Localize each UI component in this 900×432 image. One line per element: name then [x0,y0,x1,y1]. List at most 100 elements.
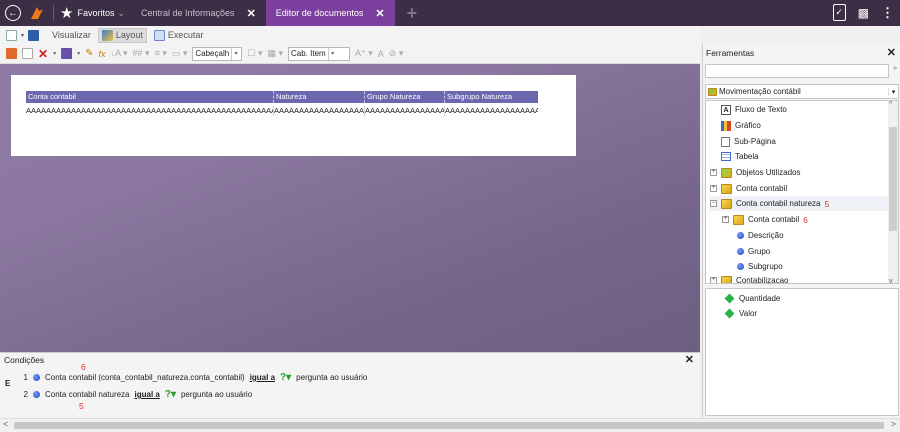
condition-operator[interactable]: igual a [250,373,275,382]
scrollbar-thumb[interactable] [889,127,897,231]
app-logo-icon [31,7,43,19]
data-source-select[interactable]: Movimentação contábil ▾ [705,84,899,99]
report-header-band[interactable]: Conta contabil Natureza Grupo Natureza S… [26,91,538,103]
tree-item-grafico[interactable]: Gráfico [721,118,761,133]
condition-row[interactable]: 1 Conta contabil (conta_contabil_naturez… [20,372,368,383]
add-tab-icon[interactable]: + [407,3,418,24]
chat-icon[interactable]: ▩ [858,6,869,20]
detail-cell[interactable]: AAAAAAAAAAAAAAAAAAAAAAAA [445,106,538,116]
properties-icon[interactable] [61,48,73,59]
field-icon [737,248,744,255]
frame-icon[interactable]: ☐ ▾ [247,48,262,59]
tree-item-fluxo-texto[interactable]: A Fluxo de Texto [721,102,787,117]
metric-item-valor[interactable]: Valor [724,306,757,321]
font-color-icon[interactable]: A [378,49,384,59]
tab-editor-documentos[interactable]: Editor de documentos ✕ [265,0,395,26]
close-icon[interactable]: ✕ [685,353,694,367]
condition-number: 1 [23,373,28,382]
metric-icon [724,293,735,304]
back-icon[interactable]: ← [5,5,21,21]
expand-icon[interactable]: + [710,169,717,176]
design-canvas[interactable]: Conta contabil Natureza Grupo Natureza S… [0,64,700,352]
scroll-right-icon[interactable]: > [891,419,896,429]
copy-icon[interactable] [22,48,33,59]
new-document-icon[interactable] [6,29,17,41]
chevron-down-icon[interactable]: ▾ [77,50,80,57]
close-icon[interactable]: ✕ [247,7,256,20]
report-detail-band[interactable]: AAAAAAAAAAAAAAAAAAAAAAAAAAAAAAAAAAAAAAAA… [26,106,538,116]
header-cell[interactable]: Conta contabil [26,91,274,103]
detail-cell[interactable]: AAAAAAAAAAAAAAAAAAAAAA [365,106,445,116]
favorites-menu[interactable]: ★ Favoritos ⌄ [60,4,125,22]
sort-icon[interactable]: ↓A ▾ [111,48,128,59]
metric-item-quantidade[interactable]: Quantidade [724,291,780,306]
tools-search-input[interactable] [705,64,889,78]
tree-item-subgrupo[interactable]: Subgrupo [737,259,783,274]
condition-value[interactable]: pergunta ao usuário [296,373,367,382]
clipboard-check-icon[interactable]: ✓ [832,4,846,21]
condition-connector[interactable]: E [5,379,10,388]
detail-cell[interactable]: AAAAAAAAAAAAAAAAAAAAAAAA [274,106,365,116]
expand-icon[interactable]: + [722,216,729,223]
tree-item-objetos-utilizados[interactable]: + Objetos Utilizados [710,165,800,180]
view-button[interactable]: Visualizar [49,29,94,41]
font-size-icon[interactable]: A⁺ ▾ [355,48,373,59]
more-options-icon[interactable]: ⋮ [881,5,894,21]
tree-item-tabela[interactable]: Tabela [721,149,759,164]
close-icon[interactable]: ✕ [887,44,896,62]
border-icon[interactable]: ▭ ▾ [172,48,188,59]
star-icon: ★ [60,5,74,22]
collapse-icon[interactable]: − [710,200,717,207]
numbering-icon[interactable]: ## ▾ [133,48,150,59]
condition-value[interactable]: pergunta ao usuário [181,390,252,399]
expand-icon[interactable]: + [710,277,717,283]
tree-item-conta-contabil[interactable]: + Conta contabil [710,181,787,196]
cube-icon [721,167,732,178]
chevron-down-icon[interactable]: ▾ [327,47,337,60]
scroll-down-icon[interactable]: v [889,278,893,283]
chevron-down-icon[interactable]: ▾ [888,87,898,96]
brush-icon[interactable]: ✎ [85,48,93,59]
tree-item-conta-contabil-natureza[interactable]: − Conta contabil natureza 5 [710,196,892,211]
chevron-down-icon[interactable]: ▾ [231,47,240,60]
scroll-left-icon[interactable]: < [3,419,8,429]
style-combo[interactable]: Cab. Item ▾ [288,46,350,61]
close-icon[interactable]: ✕ [375,7,384,20]
condition-number: 2 [23,390,28,399]
function-icon[interactable]: fx [98,49,105,59]
scrollbar-thumb[interactable] [14,422,884,429]
scroll-up-icon[interactable]: ^ [889,101,892,108]
tree-item-sub-pagina[interactable]: Sub-Página [721,134,776,149]
font-combo-value: Cabeçalh [195,49,230,58]
condition-row[interactable]: 2 Conta contabil natureza igual a ?▾ per… [20,389,253,400]
horizontal-scrollbar[interactable]: < > [0,418,900,432]
tree-item-conta-contabil-sub[interactable]: + Conta contabil 6 [722,212,808,227]
header-cell[interactable]: Natureza [274,91,365,103]
highlight-icon[interactable]: ⊘ ▾ [389,48,404,59]
header-cell[interactable]: Subgrupo Natureza [445,91,538,103]
insert-icon[interactable] [6,48,17,59]
tree-item-grupo[interactable]: Grupo [737,244,770,259]
expand-icon[interactable]: + [710,185,717,192]
tab-central-informacoes[interactable]: Central de Informações ✕ [131,0,266,26]
detail-cell[interactable]: AAAAAAAAAAAAAAAAAAAAAAAAAAAAAAAAAAAAAAAA… [26,106,274,116]
font-combo[interactable]: Cabeçalh ▾ [192,46,243,61]
fill-icon[interactable]: ▦ ▾ [267,48,283,59]
expand-icon[interactable]: » [893,65,897,72]
save-icon[interactable] [28,29,40,41]
chevron-down-icon[interactable]: ▾ [21,32,24,39]
tree-scrollbar[interactable]: ^ v [888,101,898,283]
layout-icon [101,29,113,41]
chevron-down-icon[interactable]: ▾ [53,50,56,57]
align-icon[interactable]: ≡ ▾ [155,48,167,59]
header-cell[interactable]: Grupo Natureza [365,91,445,103]
layout-button[interactable]: Layout [97,27,147,43]
condition-operator[interactable]: igual a [135,390,160,399]
delete-icon[interactable]: ✕ [38,47,48,61]
tree-item-descricao[interactable]: Descrição [737,228,784,243]
execute-button[interactable]: Executar [151,29,207,42]
condition-field[interactable]: Conta contabil natureza [45,390,130,399]
tree-item-contabilizacao[interactable]: + Contabilizacao [710,273,788,283]
divider [53,5,54,21]
condition-field[interactable]: Conta contabil (conta_contabil_natureza.… [45,373,245,382]
